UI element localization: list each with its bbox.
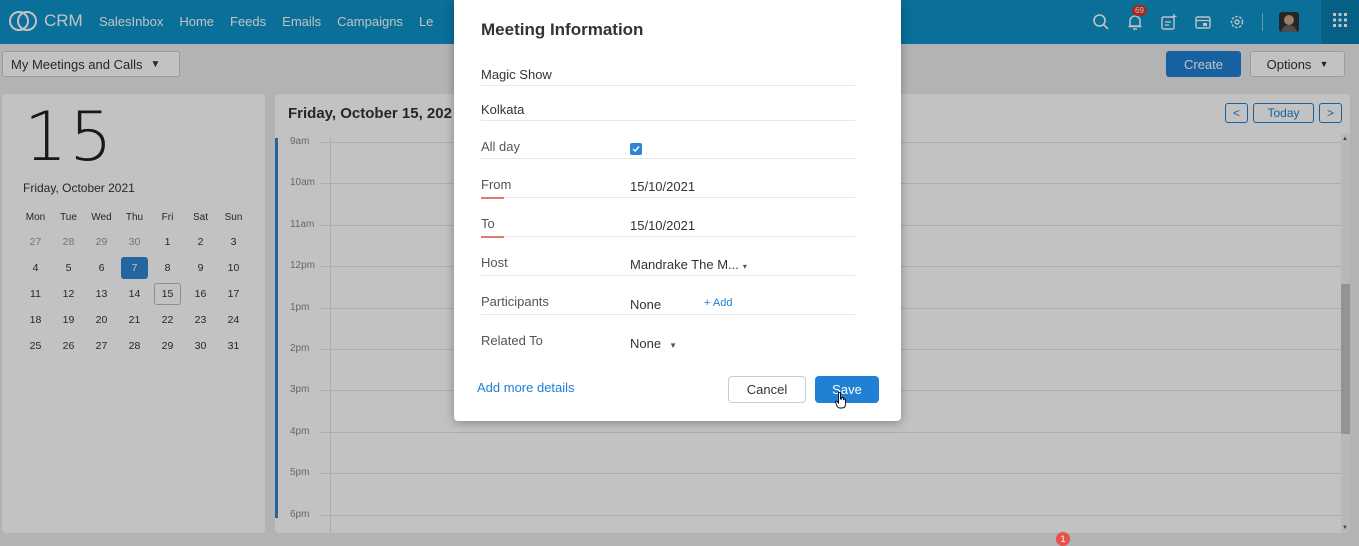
- related-to-label: Related To: [481, 333, 543, 348]
- host-row: Host Mandrake The M... ▾: [481, 255, 855, 276]
- meeting-title-value: Magic Show: [481, 67, 552, 82]
- all-day-row: All day: [481, 139, 855, 159]
- to-date-input[interactable]: 15/10/2021: [630, 218, 695, 233]
- bottom-notification-badge[interactable]: 1: [1056, 532, 1070, 546]
- caret-down-icon: ▾: [742, 262, 747, 271]
- checkmark-icon: [632, 146, 640, 153]
- participants-value: None: [630, 297, 662, 312]
- location-field[interactable]: Kolkata: [481, 102, 855, 121]
- host-value: Mandrake The M...: [630, 257, 739, 272]
- meeting-title-field[interactable]: Magic Show: [481, 67, 855, 86]
- add-more-details-link[interactable]: Add more details: [477, 380, 575, 395]
- all-day-label: All day: [481, 139, 521, 154]
- from-date-input[interactable]: 15/10/2021: [630, 179, 695, 194]
- related-to-row: Related To None ▼: [481, 333, 855, 355]
- host-select[interactable]: Mandrake The M... ▾: [630, 257, 747, 272]
- cancel-button[interactable]: Cancel: [728, 376, 806, 403]
- required-marker: [481, 197, 504, 199]
- participants-label: Participants: [481, 294, 549, 309]
- caret-down-icon: ▼: [669, 341, 677, 350]
- all-day-checkbox[interactable]: [630, 143, 642, 155]
- from-label: From: [481, 177, 512, 192]
- save-button[interactable]: Save: [815, 376, 879, 403]
- location-value: Kolkata: [481, 102, 525, 117]
- related-to-select[interactable]: None ▼: [630, 336, 677, 351]
- related-to-value: None: [630, 336, 662, 351]
- to-date-row: To 15/10/2021: [481, 216, 855, 238]
- hand-cursor-icon: [835, 392, 847, 414]
- from-date-row: From 15/10/2021: [481, 177, 855, 199]
- participants-row: Participants None + Add: [481, 294, 855, 315]
- required-marker: [481, 236, 504, 238]
- host-label: Host: [481, 255, 508, 270]
- meeting-information-dialog: Meeting Information Magic Show Kolkata A…: [454, 0, 901, 421]
- to-label: To: [481, 216, 495, 231]
- add-participant-link[interactable]: + Add: [704, 297, 732, 309]
- dialog-title: Meeting Information: [481, 20, 644, 39]
